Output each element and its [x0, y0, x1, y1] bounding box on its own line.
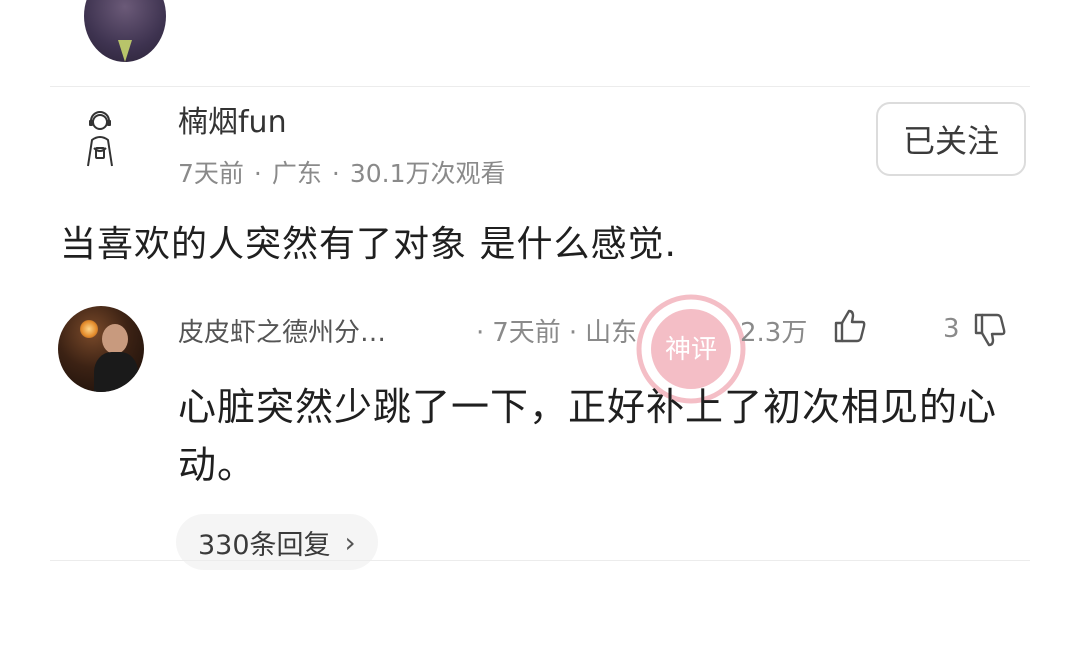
separator-dot: ·: [331, 159, 340, 188]
follow-button[interactable]: 已关注: [876, 102, 1026, 176]
post-location: 广东: [271, 159, 322, 188]
thumbs-up-icon[interactable]: [832, 308, 868, 344]
comment-feed-screen: 楠烟fun 7天前 · 广东 · 30.1万次观看 已关注 当喜欢的人突然有了对象 是什…: [0, 0, 1080, 650]
avatar-light: [80, 320, 98, 338]
thumbs-down-icon[interactable]: [972, 312, 1008, 348]
post-title[interactable]: 当喜欢的人突然有了对象 是什么感觉.: [60, 215, 677, 267]
separator-dot: ·: [253, 159, 262, 188]
comment-text[interactable]: 心脏突然少跳了一下，正好补上了初次相见的心动。: [178, 378, 1038, 494]
author-avatar[interactable]: [74, 108, 126, 170]
divider: [50, 560, 1030, 561]
view-replies-button[interactable]: 330条回复 ›: [176, 514, 378, 570]
post-time: 7天前: [178, 159, 244, 188]
divider: [50, 86, 1030, 87]
comment-meta: · 7天前 · 山东: [468, 312, 637, 349]
avatar-emblem: [118, 40, 132, 62]
avatar-face: [102, 324, 128, 354]
replies-label: 330条回复: [198, 529, 331, 561]
like-count: 2.3万: [740, 318, 808, 348]
watermark-text: 神评: [665, 335, 717, 365]
previous-item-avatar[interactable]: [84, 0, 166, 62]
commenter-avatar[interactable]: [58, 306, 144, 392]
dislike-count: 3: [943, 314, 960, 344]
comment-location: 山东: [585, 318, 638, 348]
comment-time: 7天前: [492, 318, 561, 348]
separator-dot: ·: [568, 318, 578, 348]
separator-dot: ·: [476, 318, 485, 348]
post-views: 30.1万次观看: [349, 159, 506, 188]
avatar-body: [94, 352, 138, 392]
post-meta: 7天前 · 广东 · 30.1万次观看: [178, 154, 506, 190]
commenter-name[interactable]: 皮皮虾之德州分…: [178, 312, 386, 349]
chevron-right-icon: ›: [344, 525, 356, 559]
author-name[interactable]: 楠烟fun: [178, 97, 287, 141]
